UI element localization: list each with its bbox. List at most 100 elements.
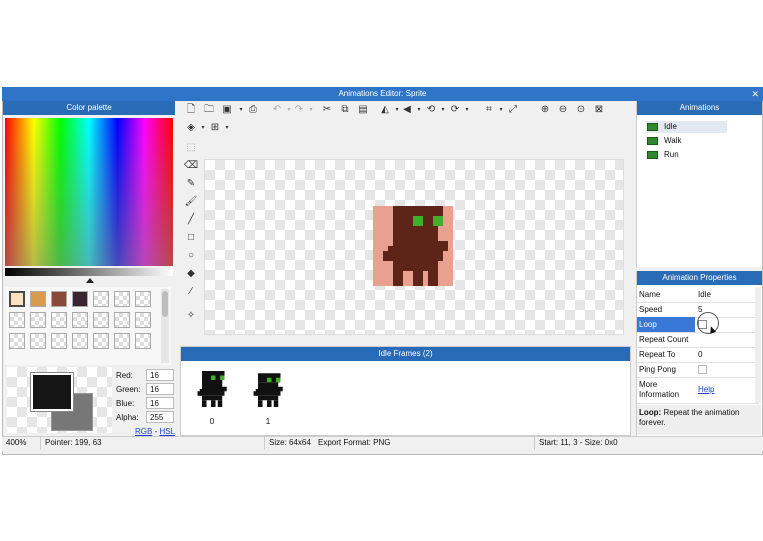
rgb-link[interactable]: RGB — [135, 427, 152, 436]
pencil-tool-icon[interactable]: ✎ — [184, 177, 198, 191]
swatch[interactable] — [51, 291, 67, 307]
animation-item-idle[interactable]: Idle — [647, 121, 727, 133]
eyedropper-tool-icon[interactable]: ⁄ — [184, 285, 198, 299]
blue-field[interactable]: 16 — [146, 397, 174, 409]
prop-row-ping-pong[interactable]: Ping Pong — [637, 362, 759, 378]
empty-swatch[interactable] — [72, 312, 88, 328]
prop-repeat-to-label: Repeat To — [639, 350, 676, 359]
grid-dropdown-icon[interactable]: ▾ — [220, 121, 234, 135]
rotate-right-dropdown-icon[interactable]: ▾ — [460, 103, 474, 117]
prop-row-more-info: More Information Help — [637, 377, 759, 404]
empty-swatch[interactable] — [114, 312, 130, 328]
tools-sidebar: ⬚ ⌫ ✎ 🖌 ╱ □ ○ ◆ ⁄ ✧ — [180, 137, 202, 343]
frame-thumbnail-1[interactable]: 1 — [249, 369, 287, 431]
properties-scrollbar[interactable] — [755, 287, 761, 403]
empty-swatch[interactable] — [135, 291, 151, 307]
prop-repeat-count-label: Repeat Count — [639, 335, 689, 344]
empty-swatch[interactable] — [135, 333, 151, 349]
current-color[interactable] — [30, 372, 74, 412]
hsl-link[interactable]: HSL — [159, 427, 175, 436]
cut-icon[interactable]: ✂ — [320, 103, 334, 117]
pointer-position: Pointer: 199, 63 — [40, 436, 101, 450]
color-palette-panel: Color palette Red: 16 Green: 16 Blue: 16… — [3, 101, 175, 436]
blue-label: Blue: — [116, 399, 135, 408]
scrollbar-thumb[interactable] — [162, 291, 168, 317]
empty-swatch[interactable] — [114, 333, 130, 349]
properties-header: Animation Properties — [637, 271, 762, 285]
paste-icon[interactable]: ▤ — [356, 103, 370, 117]
close-icon[interactable]: ✕ — [751, 87, 759, 101]
green-field[interactable]: 16 — [146, 383, 174, 395]
swatch[interactable] — [30, 291, 46, 307]
empty-swatch[interactable] — [93, 291, 109, 307]
swatch[interactable] — [9, 291, 25, 307]
empty-swatch[interactable] — [135, 312, 151, 328]
frame-thumbnail-0[interactable]: 0 — [193, 369, 231, 431]
swatch[interactable] — [72, 291, 88, 307]
brightness-slider-handle[interactable] — [86, 278, 94, 283]
prop-row-speed[interactable]: Speed 5 — [637, 302, 759, 318]
canvas-vertical-scrollbar[interactable] — [624, 159, 632, 335]
empty-swatch[interactable] — [51, 312, 67, 328]
empty-swatch[interactable] — [30, 333, 46, 349]
canvas-horizontal-scrollbar[interactable] — [204, 335, 624, 343]
animation-properties-panel: Animation Properties Name Idle Speed 5 Loo… — [636, 271, 762, 436]
new-file-icon[interactable]: 🗋 — [184, 103, 198, 117]
animation-item-run[interactable]: Run — [647, 149, 727, 161]
window-title-bar: Animations Editor: Sprite ✕ — [2, 87, 763, 101]
redo-dropdown-icon[interactable]: ▾ — [304, 103, 318, 117]
animation-item-walk[interactable]: Walk — [647, 135, 727, 147]
magic-wand-tool-icon[interactable]: ✧ — [184, 309, 198, 323]
prop-ping-pong-label: Ping Pong — [639, 365, 676, 374]
fill-tool-icon[interactable]: ◆ — [184, 267, 198, 281]
animation-label: Walk — [664, 136, 682, 145]
brightness-slider[interactable] — [5, 268, 173, 276]
prop-repeat-to-value[interactable]: 0 — [698, 347, 702, 362]
empty-swatch[interactable] — [30, 312, 46, 328]
export-format: Export Format: PNG — [318, 438, 391, 447]
line-tool-icon[interactable]: ╱ — [184, 213, 198, 227]
prop-name-value[interactable]: Idle — [698, 287, 711, 302]
animation-icon — [647, 122, 658, 131]
rectangle-tool-icon[interactable]: □ — [184, 231, 198, 245]
red-field[interactable]: 16 — [146, 369, 174, 381]
copy-icon[interactable]: ⧉ — [338, 103, 352, 117]
prop-row-repeat-to[interactable]: Repeat To 0 — [637, 347, 759, 363]
empty-swatch[interactable] — [9, 333, 25, 349]
drawing-canvas[interactable] — [204, 159, 624, 335]
color-spectrum[interactable] — [5, 118, 173, 266]
empty-swatch[interactable] — [93, 333, 109, 349]
empty-swatch[interactable] — [51, 333, 67, 349]
prop-row-repeat-count[interactable]: Repeat Count — [637, 332, 759, 348]
actual-size-icon[interactable]: ⊠ — [592, 103, 606, 117]
help-link[interactable]: Help — [698, 385, 714, 395]
empty-swatch[interactable] — [93, 312, 109, 328]
animations-panel: Animations Idle Walk Run — [636, 101, 762, 267]
empty-swatch[interactable] — [72, 333, 88, 349]
alpha-field[interactable]: 255 — [146, 411, 174, 423]
zoom-in-icon[interactable]: ⊕ — [538, 103, 552, 117]
swatch-grid — [5, 287, 171, 365]
save-icon[interactable]: ▣ — [220, 103, 234, 117]
zoom-level: 400% — [6, 438, 27, 447]
prop-loop-label: Loop — [637, 317, 695, 332]
animation-icon — [647, 150, 658, 159]
empty-swatch[interactable] — [9, 312, 25, 328]
prop-name-label: Name — [639, 290, 661, 299]
main-toolbar: 🗋 🗀 ▣ ▾ ⎙ ↶ ▾ ↷ ▾ ✂ ⧉ ▤ ◭ ▾ ◀ ▾ ⟲ ▾ ⟳ ▾ … — [178, 101, 633, 137]
brush-tool-icon[interactable]: 🖌 — [184, 195, 198, 209]
export-icon[interactable]: ⎙ — [246, 103, 260, 117]
ellipse-tool-icon[interactable]: ○ — [184, 249, 198, 263]
open-folder-icon[interactable]: 🗀 — [202, 103, 216, 117]
swatch-scrollbar[interactable] — [161, 289, 169, 363]
ping-pong-checkbox[interactable] — [698, 365, 707, 374]
zoom-out-icon[interactable]: ⊖ — [556, 103, 570, 117]
frames-panel: Idle Frames (2) 0 1 — [180, 346, 631, 436]
empty-swatch[interactable] — [114, 291, 130, 307]
prop-row-name[interactable]: Name Idle — [637, 287, 759, 303]
eraser-tool-icon[interactable]: ⌫ — [184, 159, 198, 173]
frame-sprite-1 — [253, 373, 283, 407]
zoom-fit-icon[interactable]: ⊙ — [574, 103, 588, 117]
resize-icon[interactable]: ⤢ — [506, 103, 520, 117]
select-tool-icon[interactable]: ⬚ — [184, 141, 198, 155]
